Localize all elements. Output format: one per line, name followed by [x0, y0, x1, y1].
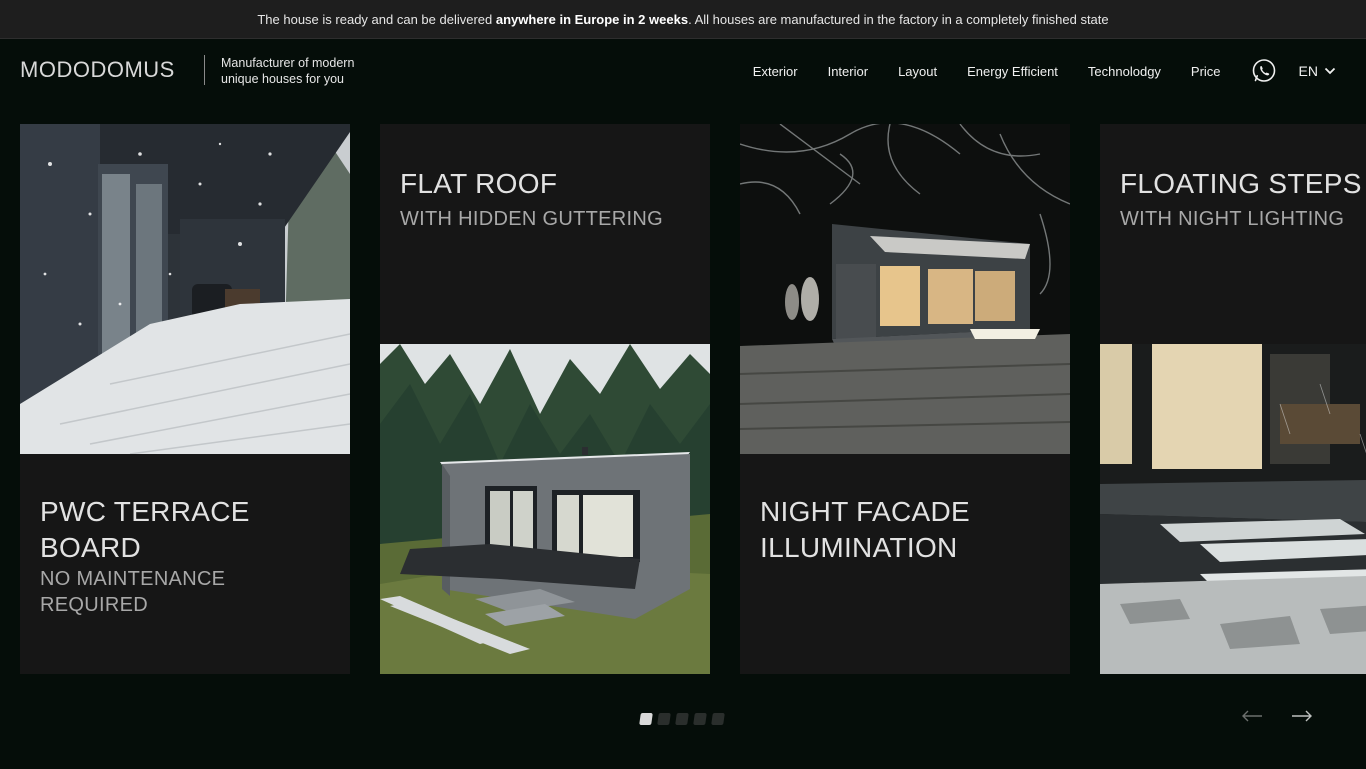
card-title: FLOATING STEPS — [1120, 168, 1362, 199]
brand-tagline: Manufacturer of modern unique houses for… — [221, 56, 355, 86]
site-header: MODODOMUS Manufacturer of modern unique … — [0, 39, 1366, 103]
card-title: FLAT ROOF — [400, 168, 558, 199]
brand-logo[interactable]: MODODOMUS — [20, 58, 175, 82]
nav-exterior[interactable]: Exterior — [753, 64, 798, 79]
card-subtitle: NO MAINTENANCE REQUIRED — [40, 568, 226, 616]
card-title: NIGHT FACADE ILLUMINATION — [760, 496, 971, 563]
pagination-dot-3[interactable] — [675, 713, 689, 725]
pagination-dot-2[interactable] — [657, 713, 671, 725]
main-nav: Exterior Interior Layout Energy Efficien… — [723, 39, 1336, 103]
floating-steps-photo — [1100, 344, 1366, 674]
feature-card-night-facade[interactable]: NIGHT FACADE ILLUMINATION — [740, 124, 1070, 674]
announcement-text-bold: anywhere in Europe in 2 weeks — [495, 11, 689, 27]
nav-interior[interactable]: Interior — [828, 64, 868, 79]
night-facade-photo — [740, 124, 1070, 454]
terrace-photo — [20, 124, 350, 454]
card-title: PWC TERRACE BOARD — [40, 496, 250, 563]
terrace-card-text: PWC TERRACE BOARD NO MAINTENANCE REQUIRE… — [40, 494, 334, 618]
logo-text-part2: DOMUS — [90, 57, 175, 82]
flat-roof-photo — [380, 344, 710, 674]
carousel-pagination — [639, 713, 730, 725]
nav-price[interactable]: Price — [1191, 64, 1221, 79]
chevron-down-icon — [1324, 67, 1336, 75]
feature-card-terrace[interactable]: PWC TERRACE BOARD NO MAINTENANCE REQUIRE… — [20, 124, 350, 674]
nav-layout[interactable]: Layout — [898, 64, 937, 79]
pagination-dot-1[interactable] — [639, 713, 653, 725]
night-facade-card-text: NIGHT FACADE ILLUMINATION — [760, 494, 1054, 566]
card-subtitle: WITH HIDDEN GUTTERING — [400, 208, 663, 230]
language-selector[interactable]: EN — [1299, 63, 1336, 79]
card-subtitle: WITH NIGHT LIGHTING — [1120, 208, 1345, 230]
nav-energy-efficient[interactable]: Energy Efficient — [967, 64, 1058, 79]
feature-card-flat-roof[interactable]: FLAT ROOF WITH HIDDEN GUTTERING — [380, 124, 710, 674]
announcement-text-end: . All houses are manufactured in the fac… — [688, 11, 1109, 27]
pagination-dot-5[interactable] — [711, 713, 725, 725]
nav-technology[interactable]: Technolodgy — [1088, 64, 1161, 79]
announcement-bar: The house is ready and can be delivered … — [0, 0, 1366, 39]
feature-card-floating-steps[interactable]: FLOATING STEPS WITH NIGHT LIGHTING — [1100, 124, 1366, 674]
features-carousel[interactable]: PWC TERRACE BOARD NO MAINTENANCE REQUIRE… — [0, 124, 1366, 674]
whatsapp-icon[interactable] — [1251, 58, 1277, 84]
language-label: EN — [1298, 63, 1318, 79]
pagination-dot-4[interactable] — [693, 713, 707, 725]
arrow-right-icon[interactable] — [1290, 706, 1314, 726]
announcement-text-start: The house is ready and can be delivered — [257, 11, 493, 27]
logo-text-part1: MODO — [20, 57, 91, 82]
floating-steps-card-text: FLOATING STEPS WITH NIGHT LIGHTING — [1120, 166, 1366, 232]
arrow-left-icon[interactable] — [1240, 706, 1264, 726]
carousel-arrows — [1240, 706, 1340, 726]
flat-roof-card-text: FLAT ROOF WITH HIDDEN GUTTERING — [400, 166, 694, 232]
logo-divider — [204, 55, 205, 85]
